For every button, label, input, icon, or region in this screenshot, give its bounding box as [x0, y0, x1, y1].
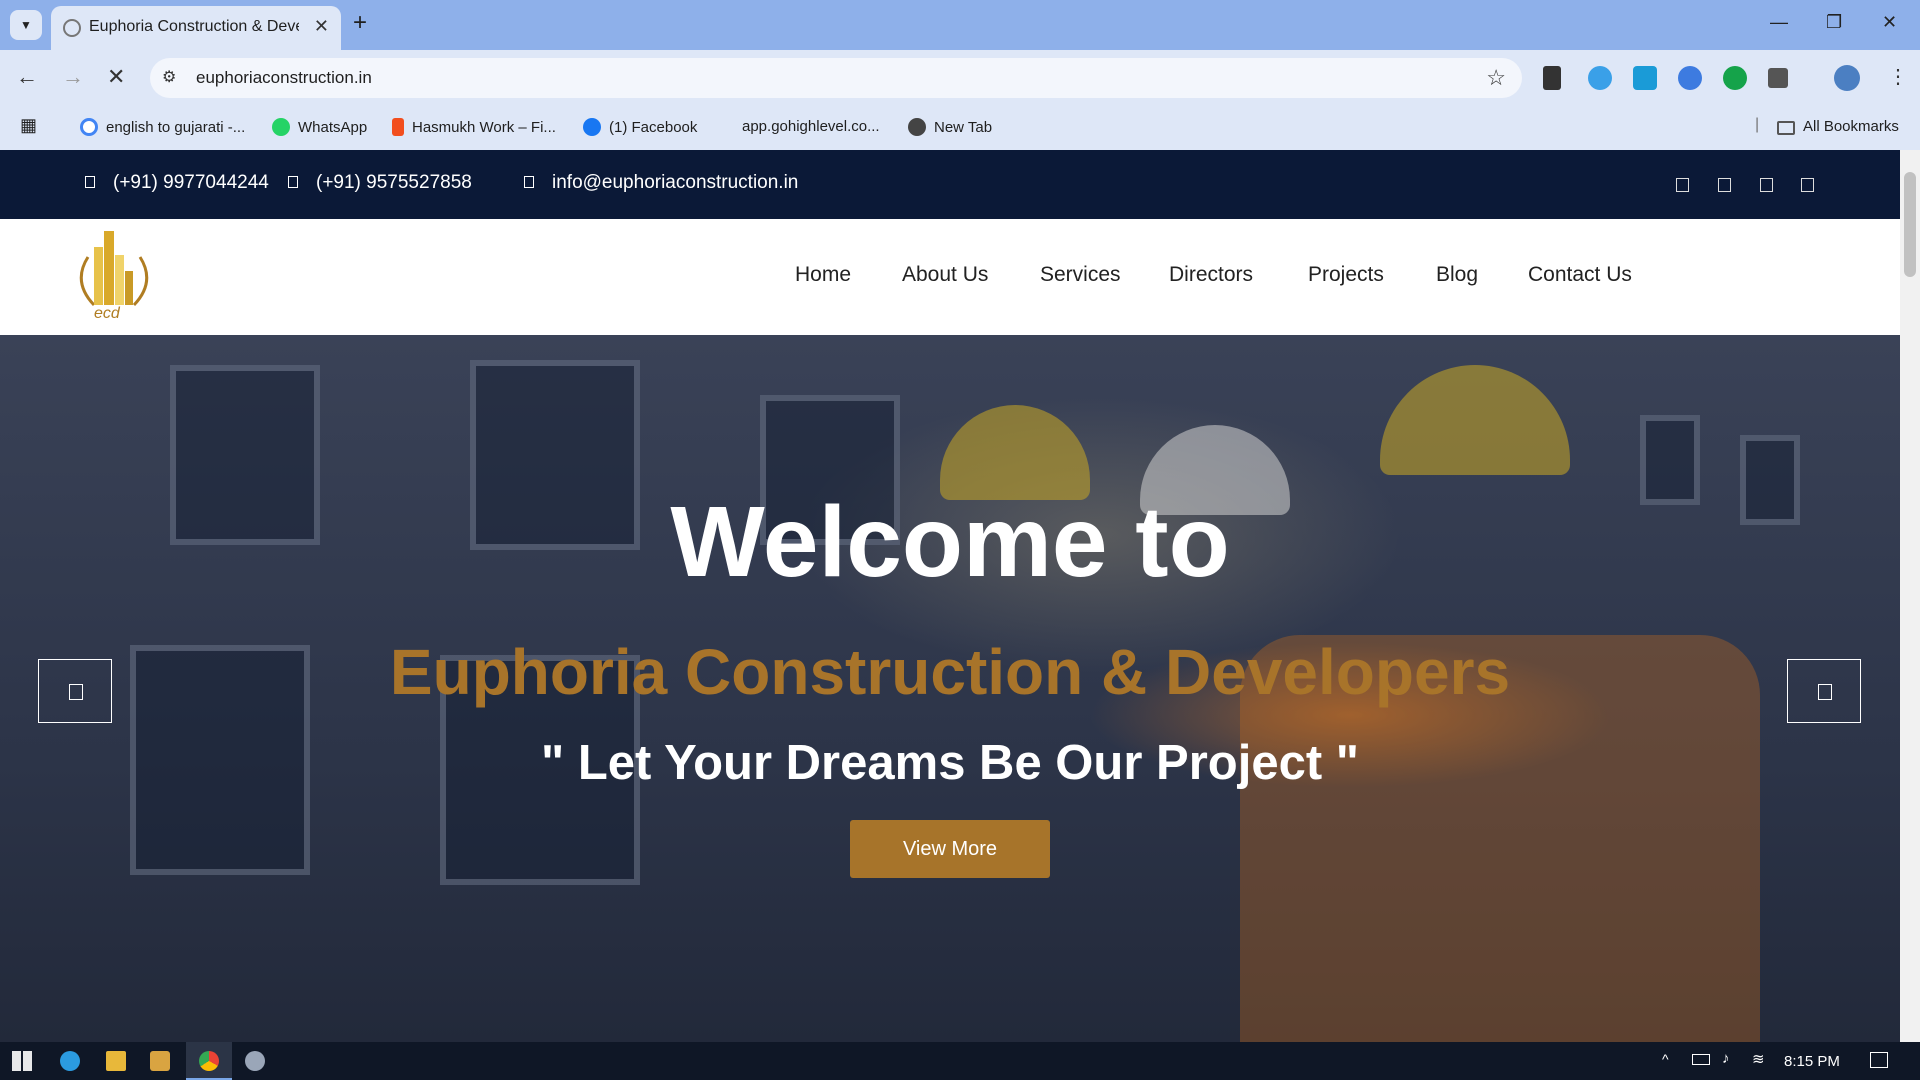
folder-icon	[1777, 121, 1795, 135]
browser-toolbar: ← → ✕ ⚙ euphoriaconstruction.in ☆ ⋮	[0, 50, 1920, 106]
page-scrollbar[interactable]	[1900, 150, 1920, 1042]
company-logo[interactable]: ecd	[76, 227, 152, 327]
phone-icon	[85, 176, 95, 188]
volume-icon[interactable]: ♪	[1722, 1050, 1730, 1067]
site-settings-icon[interactable]: ⚙	[162, 67, 176, 87]
vimeo-extension-icon[interactable]	[1633, 66, 1657, 90]
chevron-left-icon	[69, 684, 83, 700]
edge-icon[interactable]	[60, 1051, 80, 1071]
apps-grid-icon[interactable]: ▦	[20, 115, 37, 136]
site-header: ecd Home About Us Services Directors Pro…	[0, 219, 1900, 335]
envelope-icon	[524, 176, 534, 188]
nav-contact-us[interactable]: Contact Us	[1528, 263, 1632, 287]
media-app-icon[interactable]	[150, 1051, 170, 1071]
tab-title: Euphoria Construction & Devel	[89, 18, 299, 35]
globe-icon	[908, 118, 926, 136]
phone-icon	[288, 176, 298, 188]
nav-blog[interactable]: Blog	[1436, 263, 1478, 287]
profile-avatar[interactable]	[1834, 65, 1860, 91]
google-icon	[80, 118, 98, 136]
back-button[interactable]: ←	[16, 64, 38, 90]
windows-start-icon[interactable]	[12, 1051, 32, 1071]
url-text: euphoriaconstruction.in	[196, 68, 372, 87]
hero-company-name: Euphoria Construction & Developers	[389, 636, 1511, 708]
slider-prev-button[interactable]	[38, 659, 112, 723]
facebook-icon	[583, 118, 601, 136]
bookmark-hasmukh-work[interactable]: Hasmukh Work – Fi...	[392, 118, 556, 136]
nav-about-us[interactable]: About Us	[902, 263, 988, 287]
close-tab-icon[interactable]: ✕	[314, 16, 329, 37]
chrome-menu-icon[interactable]: ⋮	[1888, 64, 1908, 89]
hard-hat-yellow	[1380, 365, 1570, 475]
nav-home[interactable]: Home	[795, 263, 851, 287]
whatsapp-icon	[272, 118, 290, 136]
phone-secondary[interactable]: (+91) 9575527858	[288, 172, 472, 194]
figma-icon	[392, 118, 404, 136]
hero-tagline: " Let Your Dreams Be Our Project "	[541, 736, 1359, 790]
file-explorer-icon[interactable]	[106, 1051, 126, 1071]
bookmark-gohighlevel[interactable]: app.gohighlevel.co...	[742, 118, 880, 135]
notifications-icon[interactable]	[1870, 1052, 1888, 1068]
view-more-button[interactable]: View More	[850, 820, 1050, 878]
stop-loading-button[interactable]: ✕	[107, 64, 125, 90]
address-bar[interactable]: ⚙ euphoriaconstruction.in ☆	[150, 58, 1522, 98]
forward-button[interactable]: →	[62, 64, 84, 90]
hero-slider: Welcome to Euphoria Construction & Devel…	[0, 335, 1900, 1042]
slider-next-button[interactable]	[1787, 659, 1861, 723]
nav-projects[interactable]: Projects	[1308, 263, 1384, 287]
chrome-icon	[199, 1051, 219, 1071]
eyedropper-extension-icon[interactable]	[1543, 66, 1561, 90]
bookmark-whatsapp[interactable]: WhatsApp	[272, 118, 367, 136]
bookmark-english-gujarati[interactable]: english to gujarati -...	[80, 118, 245, 136]
nav-services[interactable]: Services	[1040, 263, 1121, 287]
extension-blue-icon[interactable]	[1588, 66, 1612, 90]
web-page: (+91) 9977044244 (+91) 9575527858 info@e…	[0, 150, 1900, 1042]
extension-arrow-icon[interactable]	[1678, 66, 1702, 90]
bookmark-facebook[interactable]: (1) Facebook	[583, 118, 697, 136]
phone-primary[interactable]: (+91) 9977044244	[85, 172, 269, 194]
minimize-icon[interactable]: —	[1770, 12, 1788, 33]
app-icon[interactable]	[245, 1051, 265, 1071]
logo-text: ecd	[94, 305, 120, 322]
facebook-social-icon[interactable]	[1676, 178, 1689, 192]
hero-title: Welcome to	[670, 486, 1230, 598]
browser-tab[interactable]: Euphoria Construction & Devel ✕	[51, 6, 341, 50]
chevron-right-icon	[1818, 684, 1832, 700]
wifi-icon[interactable]: ≋	[1752, 1050, 1765, 1068]
chevron-up-icon[interactable]: ^	[1662, 1051, 1669, 1067]
contact-top-bar: (+91) 9977044244 (+91) 9575527858 info@e…	[0, 150, 1900, 219]
instagram-social-icon[interactable]	[1760, 178, 1773, 192]
grammarly-extension-icon[interactable]	[1723, 66, 1747, 90]
bookmark-new-tab[interactable]: New Tab	[908, 118, 992, 136]
bookmarks-separator: |	[1755, 116, 1760, 133]
extensions-puzzle-icon[interactable]	[1768, 68, 1788, 88]
browser-tab-strip: ▼ Euphoria Construction & Devel ✕ + — ❐ …	[0, 0, 1920, 50]
scrollbar-thumb[interactable]	[1904, 172, 1916, 277]
windows-taskbar: ^ ♪ ≋ 8:15 PM	[0, 1042, 1920, 1080]
new-tab-button[interactable]: +	[353, 9, 367, 37]
close-window-icon[interactable]: ✕	[1882, 12, 1897, 33]
all-bookmarks-folder[interactable]: All Bookmarks	[1777, 118, 1899, 135]
bookmark-star-icon[interactable]: ☆	[1486, 65, 1506, 91]
tab-search-button[interactable]: ▼	[10, 10, 42, 40]
system-clock[interactable]: 8:15 PM	[1784, 1053, 1840, 1070]
restore-icon[interactable]: ❐	[1826, 12, 1842, 33]
email-link[interactable]: info@euphoriaconstruction.in	[524, 172, 798, 194]
bookmarks-bar: ▦ english to gujarati -... WhatsApp Hasm…	[0, 106, 1920, 150]
twitter-social-icon[interactable]	[1718, 178, 1731, 192]
linkedin-social-icon[interactable]	[1801, 178, 1814, 192]
loading-favicon-icon	[63, 19, 81, 37]
battery-icon[interactable]	[1692, 1054, 1710, 1065]
nav-directors[interactable]: Directors	[1169, 263, 1253, 287]
